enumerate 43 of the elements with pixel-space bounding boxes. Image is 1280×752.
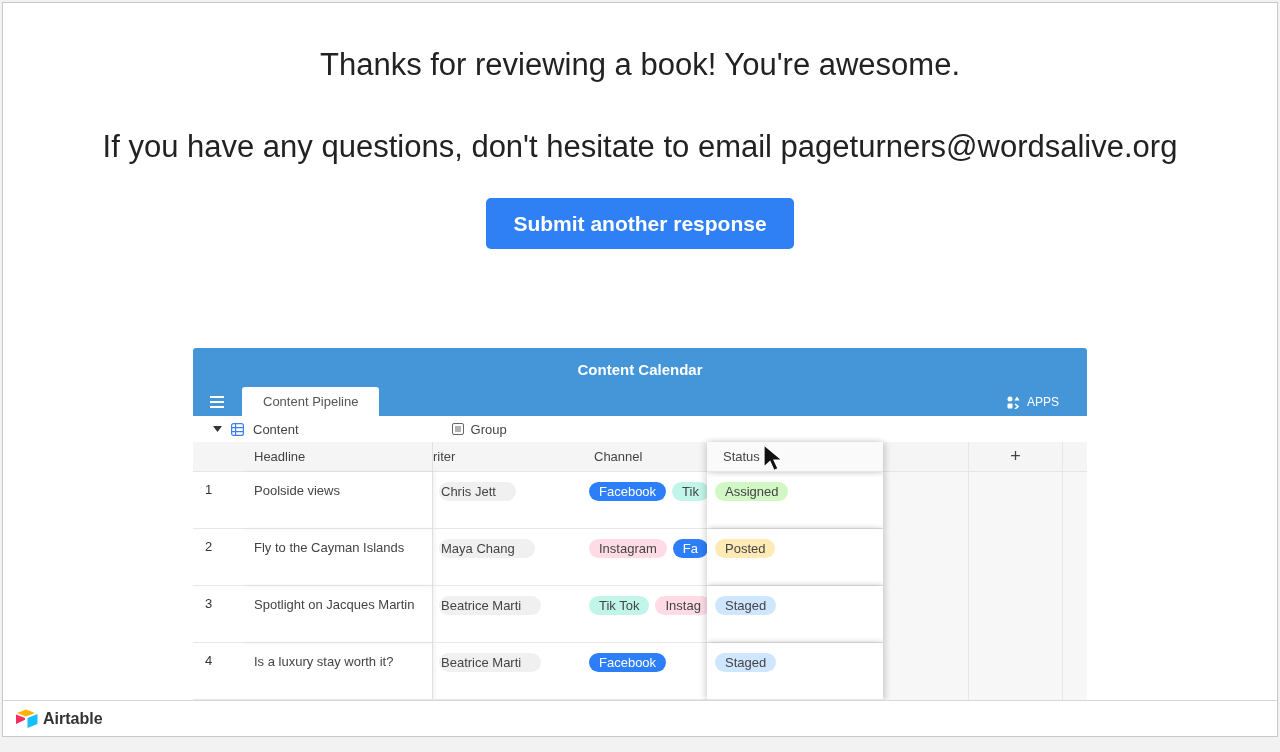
- status-tag: Staged: [715, 596, 777, 615]
- contact-message: If you have any questions, don't hesitate to email pageturners@wordsalive.org: [102, 129, 1178, 165]
- status-tag: Assigned: [715, 482, 789, 501]
- writer-chip: Beatrice Marti: [439, 653, 542, 672]
- thank-you-heading: Thanks for reviewing a book! You're awesome.: [319, 47, 961, 83]
- table-cell: Poolside views: [242, 472, 433, 529]
- channel-tag: Instagram: [589, 539, 667, 558]
- column-header[interactable]: Channel: [582, 442, 707, 472]
- apps-icon: [1007, 395, 1020, 409]
- channel-tag: Tik Tok: [589, 596, 650, 615]
- add-field-button[interactable]: +: [968, 442, 1063, 472]
- table-cell: Is a luxury stay worth it?: [242, 643, 433, 700]
- menu-icon[interactable]: [210, 396, 224, 408]
- collapse-triangle-icon[interactable]: [213, 426, 222, 432]
- writer-chip: Maya Chang: [439, 539, 535, 558]
- channel-tag: Fa: [672, 539, 707, 558]
- table-cell: [1063, 472, 1087, 529]
- writer-chip: Beatrice Marti: [439, 596, 542, 615]
- writer-chip: Chris Jett: [439, 482, 516, 501]
- channel-tag: Facebook: [589, 653, 667, 672]
- channel-tag: Facebook: [589, 482, 667, 501]
- airtable-logo[interactable]: Airtable: [15, 708, 103, 729]
- column-header[interactable]: Status: [707, 442, 883, 472]
- row-number: 2: [193, 529, 242, 586]
- base-title: Content Calendar: [576, 360, 704, 380]
- group-button[interactable]: Group: [451, 421, 507, 437]
- submit-another-response-button[interactable]: Submit another response: [486, 198, 794, 249]
- view-name[interactable]: Content: [253, 421, 299, 437]
- column-header[interactable]: riter: [433, 442, 582, 472]
- row-number: 1: [193, 472, 242, 529]
- column-header[interactable]: Headline: [242, 442, 433, 472]
- channel-tag: Tik: [672, 482, 707, 501]
- table-cell: Fly to the Cayman Islands: [242, 529, 433, 586]
- status-tag: Posted: [715, 539, 776, 558]
- channel-tag: Instag: [655, 596, 707, 615]
- status-tag: Staged: [715, 653, 777, 672]
- grid-view-icon: [231, 422, 244, 436]
- row-number: 3: [193, 586, 242, 643]
- row-number: 4: [193, 643, 242, 700]
- table-cell: Spotlight on Jacques Martin: [242, 586, 433, 643]
- table-tab[interactable]: Content Pipeline: [242, 387, 380, 416]
- list-icon: [451, 423, 464, 435]
- table-cell: [1063, 643, 1087, 700]
